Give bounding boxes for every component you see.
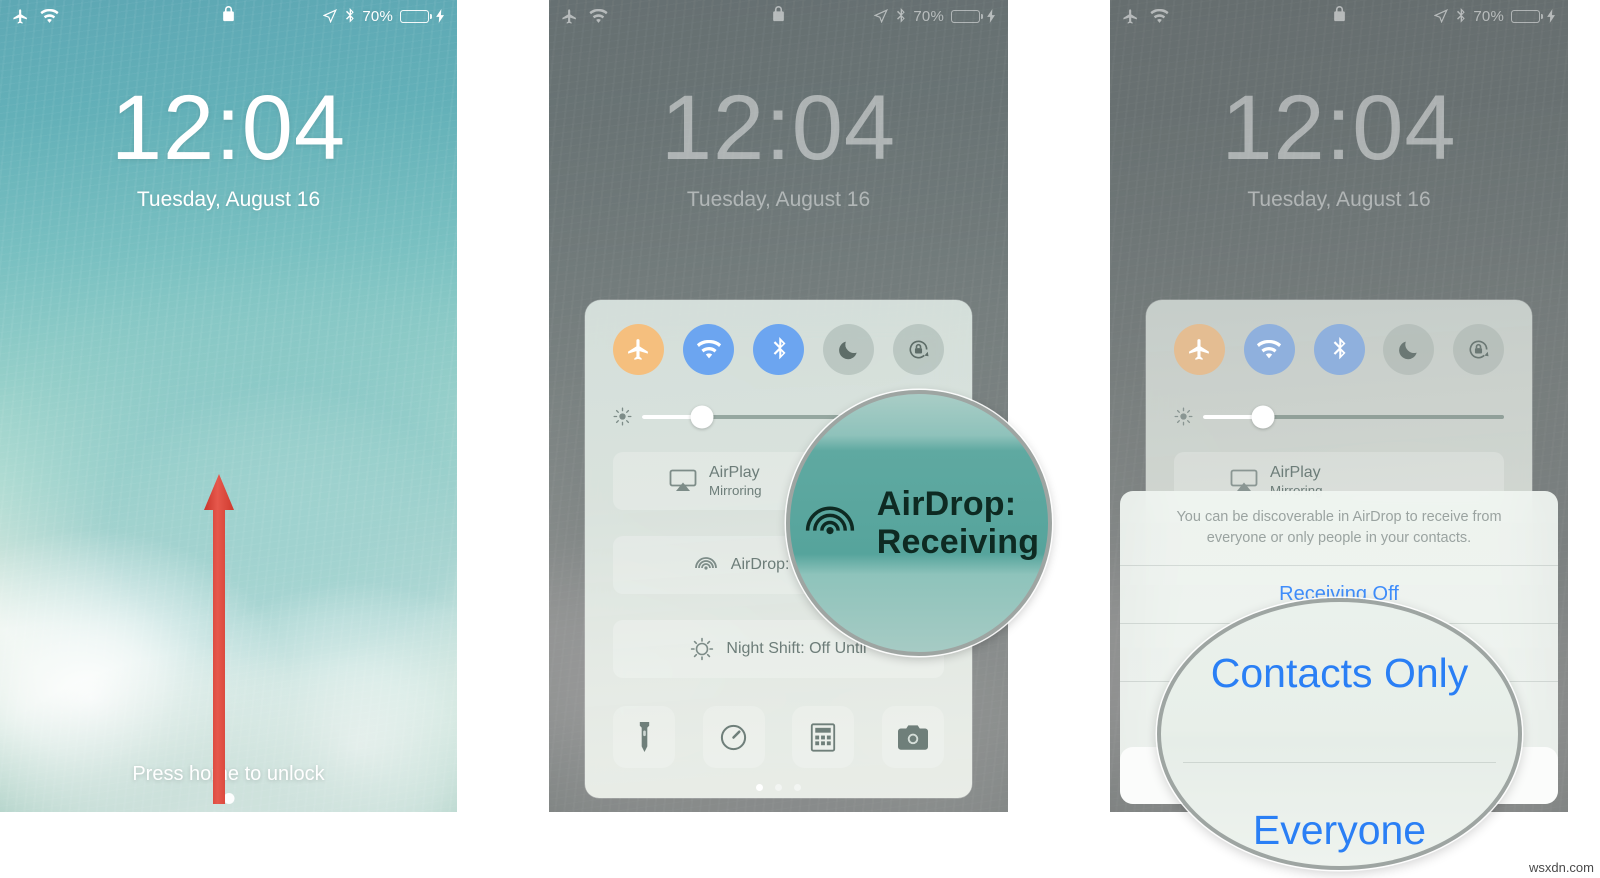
airplay-label: AirPlay Mirroring: [709, 464, 762, 499]
airdrop-magnifier-label: AirDrop: Receiving: [877, 485, 1039, 561]
clock-time: 12:04: [1221, 77, 1457, 179]
clock-time: 12:04: [660, 77, 897, 179]
clock-date: Tuesday, August 16: [136, 188, 321, 211]
magnified-contacts-only-option[interactable]: Contacts Only: [1161, 650, 1518, 697]
airdrop-options-magnifier-callout: Contacts Only Everyone: [1157, 598, 1522, 870]
bluetooth-icon: [1455, 7, 1466, 25]
airdrop-description: You can be discoverable in AirDrop to re…: [1176, 508, 1502, 546]
airplane-icon: [1187, 337, 1212, 362]
status-bar: 70%: [549, 0, 1008, 32]
page-dot-1[interactable]: [756, 784, 763, 791]
rotation-lock-toggle[interactable]: [1453, 324, 1504, 375]
clock-time: 12:04: [110, 77, 347, 179]
lockscreen-clock: 12:04 Tuesday, August 16: [0, 82, 457, 212]
airplay-icon: [669, 469, 697, 493]
camera-icon: [897, 724, 928, 750]
night-shift-label: Night Shift: Off Until: [726, 639, 867, 657]
bluetooth-icon: [1331, 336, 1347, 363]
battery-percent-label: 70%: [362, 7, 393, 25]
lockscreen-clock: 12:04 Tuesday, August 16: [1110, 82, 1568, 212]
magnified-everyone-option[interactable]: Everyone: [1161, 807, 1518, 854]
brightness-slider-knob[interactable]: [1251, 405, 1275, 428]
battery-percent-label: 70%: [913, 7, 944, 25]
control-center-apps-row: [585, 678, 972, 768]
screenshot-stage: 70% 12:04 Tuesday, August 16 Press home …: [0, 0, 1600, 878]
page-dot-2[interactable]: [775, 784, 782, 791]
wifi-toggle[interactable]: [1243, 324, 1295, 375]
magnifier-divider: [1183, 762, 1496, 763]
charging-bolt-icon: [1547, 9, 1556, 23]
airdrop-magnifier-callout: AirDrop: Receiving: [786, 390, 1052, 656]
charging-bolt-icon: [436, 9, 445, 23]
brightness-icon: [1174, 407, 1193, 426]
airdrop-magnifier-line-1: AirDrop:: [876, 484, 1017, 523]
control-center-toggle-row: [585, 300, 972, 375]
airplane-mode-toggle[interactable]: [1174, 324, 1225, 375]
camera-button[interactable]: [881, 706, 944, 768]
airplane-mode-toggle[interactable]: [613, 324, 664, 375]
charging-bolt-icon: [987, 9, 996, 23]
wifi-icon: [696, 339, 722, 360]
brightness-slider-row[interactable]: [1146, 375, 1532, 428]
location-arrow-icon: [1434, 9, 1449, 23]
battery-icon: [951, 9, 983, 23]
airdrop-icon: [693, 552, 719, 578]
page-dot-3[interactable]: [794, 784, 801, 791]
calculator-button[interactable]: [792, 706, 855, 768]
flashlight-icon: [637, 722, 652, 752]
clock-date: Tuesday, August 16: [686, 188, 871, 211]
brightness-slider-knob[interactable]: [690, 405, 714, 428]
moon-icon: [837, 338, 860, 361]
airplay-line-1: AirPlay: [1270, 463, 1321, 481]
timer-button[interactable]: [702, 706, 765, 768]
status-bar: 70%: [0, 0, 457, 32]
rotation-lock-toggle[interactable]: [893, 324, 944, 375]
location-arrow-icon: [874, 9, 889, 23]
clock-date: Tuesday, August 16: [1247, 188, 1431, 211]
airplane-icon: [12, 8, 29, 25]
airplay-icon: [1230, 469, 1258, 493]
rotation-lock-icon: [1466, 337, 1491, 362]
page-dots: [585, 784, 972, 791]
airplay-line-2: Mirroring: [709, 482, 762, 498]
wifi-icon: [40, 8, 59, 24]
wifi-icon: [589, 8, 608, 24]
control-center-toggle-row: [1146, 300, 1532, 375]
bluetooth-toggle[interactable]: [753, 324, 804, 375]
bluetooth-icon: [771, 336, 787, 363]
airplane-icon: [561, 8, 578, 25]
site-watermark: wsxdn.com: [1528, 860, 1594, 875]
airdrop-icon: [799, 492, 861, 554]
bluetooth-icon: [895, 7, 906, 25]
bluetooth-icon: [344, 7, 355, 25]
status-bar: 70%: [1110, 0, 1568, 32]
rotation-lock-icon: [906, 337, 931, 362]
airdrop-magnifier-line-2: Receiving: [876, 523, 1040, 561]
battery-icon: [1511, 9, 1543, 23]
battery-icon: [400, 9, 432, 23]
swipe-up-arrow-annotation: [204, 474, 234, 804]
timer-icon: [719, 723, 748, 752]
do-not-disturb-toggle[interactable]: [823, 324, 874, 375]
location-arrow-icon: [323, 9, 338, 23]
brightness-icon: [613, 407, 632, 426]
lockscreen-clock: 12:04 Tuesday, August 16: [549, 82, 1008, 212]
wifi-toggle[interactable]: [683, 324, 734, 375]
battery-percent-label: 70%: [1473, 7, 1504, 25]
do-not-disturb-toggle[interactable]: [1383, 324, 1435, 375]
brightness-slider-track[interactable]: [1203, 405, 1504, 428]
night-shift-icon: [690, 637, 714, 661]
airplane-icon: [1122, 8, 1139, 25]
moon-icon: [1397, 338, 1420, 361]
bluetooth-toggle[interactable]: [1313, 324, 1365, 375]
wifi-icon: [1150, 8, 1169, 24]
airplay-line-1: AirPlay: [709, 463, 760, 481]
flashlight-button[interactable]: [613, 706, 675, 768]
wifi-icon: [1256, 339, 1282, 360]
calculator-icon: [810, 722, 836, 752]
phone-panel-lockscreen: 70% 12:04 Tuesday, August 16 Press home …: [0, 0, 457, 812]
airplane-icon: [626, 337, 651, 362]
